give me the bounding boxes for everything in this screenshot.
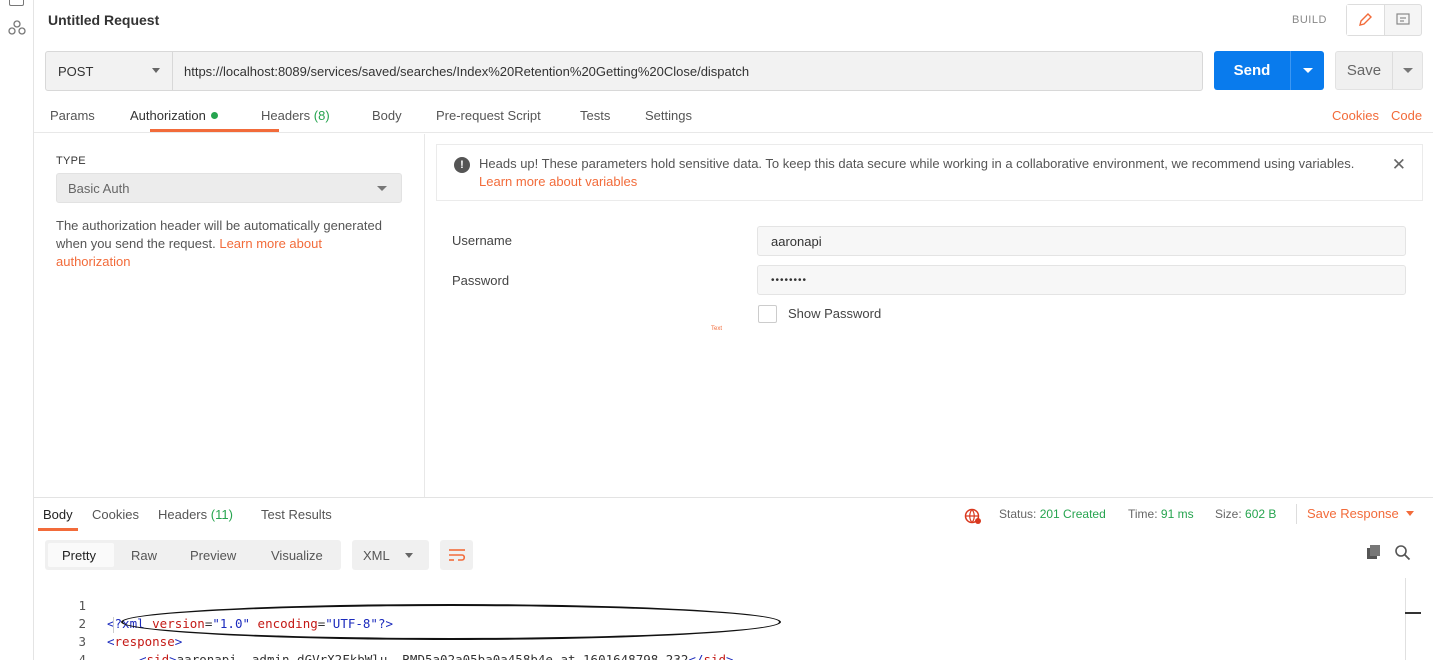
save-response-button[interactable]: Save Response: [1307, 506, 1414, 521]
format-select[interactable]: XML: [352, 540, 429, 570]
response-tab-test-results[interactable]: Test Results: [261, 507, 332, 522]
tab-authorization-label: Authorization: [130, 108, 206, 123]
send-button-group: Send: [1214, 51, 1324, 90]
response-tab-body[interactable]: Body: [43, 507, 73, 522]
method-select[interactable]: POST: [46, 52, 173, 90]
code-line: 1 <?xml version="1.0" encoding="UTF-8"?>: [34, 579, 1404, 631]
comment-icon: [1396, 13, 1410, 25]
response-headers-count: (11): [210, 507, 233, 522]
team-icon[interactable]: [8, 20, 26, 36]
mode-label: BUILD: [1292, 14, 1327, 26]
time-value[interactable]: 91 ms: [1161, 507, 1194, 521]
save-options-button[interactable]: [1392, 52, 1422, 89]
editor-scroll-track: [1405, 578, 1406, 660]
wrap-lines-icon: [448, 549, 465, 561]
format-value: XML: [363, 547, 390, 563]
send-options-button[interactable]: [1290, 51, 1324, 90]
username-field[interactable]: aaronapi: [757, 226, 1406, 256]
alert-message: Heads up! These parameters hold sensitiv…: [479, 155, 1379, 191]
chevron-down-icon: [1302, 68, 1313, 73]
divider: [1296, 504, 1297, 524]
globe-error-icon[interactable]: [964, 507, 982, 525]
search-icon[interactable]: [1394, 544, 1411, 561]
pencil-icon: [1359, 13, 1373, 26]
sid-value: aaronapi__admin_dGVrX2FkbWlu__RMD5a02a05…: [176, 652, 689, 660]
time-group: Time: 91 ms: [1128, 507, 1194, 521]
url-bar: POST https://localhost:8089/services/sav…: [45, 51, 1203, 91]
username-label: Username: [452, 233, 512, 248]
view-tab-pretty[interactable]: Pretty: [62, 548, 96, 563]
show-password-checkbox[interactable]: [758, 305, 777, 323]
tab-settings[interactable]: Settings: [645, 108, 692, 123]
code-text: <sid>aaronapi__admin_dGVrX2FkbWlu__RMD5a…: [139, 651, 734, 660]
chevron-down-icon: [377, 186, 387, 191]
indent-guide: [113, 617, 114, 633]
size-value[interactable]: 602 B: [1245, 507, 1276, 521]
chevron-down-icon: [152, 68, 160, 73]
auth-description: The authorization header will be automat…: [56, 217, 386, 271]
view-tab-raw[interactable]: Raw: [131, 548, 157, 563]
method-value: POST: [58, 63, 94, 79]
status-value[interactable]: 201 Created: [1040, 507, 1106, 521]
auth-type-value: Basic Auth: [68, 180, 130, 196]
tab-body[interactable]: Body: [372, 108, 402, 123]
active-response-tab-indicator: [38, 528, 78, 531]
tab-tests[interactable]: Tests: [580, 108, 610, 123]
size-group: Size: 602 B: [1215, 507, 1276, 521]
send-button[interactable]: Send: [1214, 51, 1290, 90]
response-header: Body Cookies Headers (11) Test Results S…: [34, 497, 1433, 531]
sensitive-data-alert: ! Heads up! These parameters hold sensit…: [436, 144, 1423, 201]
alert-text: Heads up! These parameters hold sensitiv…: [479, 156, 1355, 171]
scrollbar-marker[interactable]: [1405, 612, 1421, 614]
line-number: 4: [78, 652, 86, 660]
learn-more-variables-link[interactable]: Learn more about variables: [479, 174, 637, 189]
highlight-ellipse: [121, 604, 781, 640]
request-title[interactable]: Untitled Request: [48, 12, 159, 28]
url-input[interactable]: https://localhost:8089/services/saved/se…: [173, 52, 1202, 90]
show-password-label[interactable]: Show Password: [788, 306, 881, 321]
request-tabs: Params Authorization Headers (8) Body Pr…: [34, 103, 1433, 133]
view-tab-visualize[interactable]: Visualize: [271, 548, 323, 563]
info-icon: !: [454, 157, 470, 173]
tab-prerequest-script[interactable]: Pre-request Script: [436, 108, 541, 123]
tab-headers[interactable]: Headers (8): [261, 108, 330, 123]
chevron-down-icon: [405, 553, 413, 558]
tab-authorization[interactable]: Authorization: [130, 108, 218, 123]
active-dot-icon: [210, 112, 218, 119]
code-link[interactable]: Code: [1391, 108, 1422, 123]
auth-type-panel: TYPE Basic Auth The authorization header…: [34, 134, 425, 497]
cookies-link[interactable]: Cookies: [1332, 108, 1379, 123]
save-response-label: Save Response: [1307, 506, 1399, 521]
headers-count: (8): [313, 108, 330, 123]
time-label: Time:: [1128, 507, 1158, 521]
close-icon[interactable]: ✕: [1392, 155, 1406, 175]
left-sidebar: [0, 0, 34, 660]
size-label: Size:: [1215, 507, 1242, 521]
response-headers-label: Headers: [158, 507, 208, 522]
response-view-tabs: Pretty Raw Preview Visualize: [45, 540, 341, 570]
chevron-down-icon: [1402, 68, 1413, 73]
response-tab-headers[interactable]: Headers (11): [158, 507, 233, 522]
status-label: Status:: [999, 507, 1037, 521]
password-field[interactable]: ••••••••: [757, 265, 1406, 295]
save-button[interactable]: Save: [1336, 52, 1392, 89]
chevron-down-icon: [1405, 511, 1414, 516]
tab-headers-label: Headers: [261, 108, 311, 123]
status-group: Status: 201 Created: [999, 507, 1106, 521]
comments-button[interactable]: [1385, 5, 1422, 35]
tab-params[interactable]: Params: [50, 108, 95, 123]
copy-icon[interactable]: [1366, 544, 1382, 560]
password-label: Password: [452, 273, 510, 288]
view-tab-preview[interactable]: Preview: [190, 548, 236, 563]
save-button-group: Save: [1335, 51, 1423, 90]
response-tab-cookies[interactable]: Cookies: [92, 507, 139, 522]
tiny-text-label: Text: [711, 326, 723, 332]
type-label: TYPE: [56, 155, 86, 167]
active-tab-indicator: [150, 129, 279, 132]
mode-toggle[interactable]: [1346, 4, 1422, 36]
collection-icon[interactable]: [9, 0, 24, 6]
build-mode-button[interactable]: [1347, 5, 1385, 35]
wrap-lines-button[interactable]: [440, 540, 473, 570]
auth-type-select[interactable]: Basic Auth: [56, 173, 402, 203]
